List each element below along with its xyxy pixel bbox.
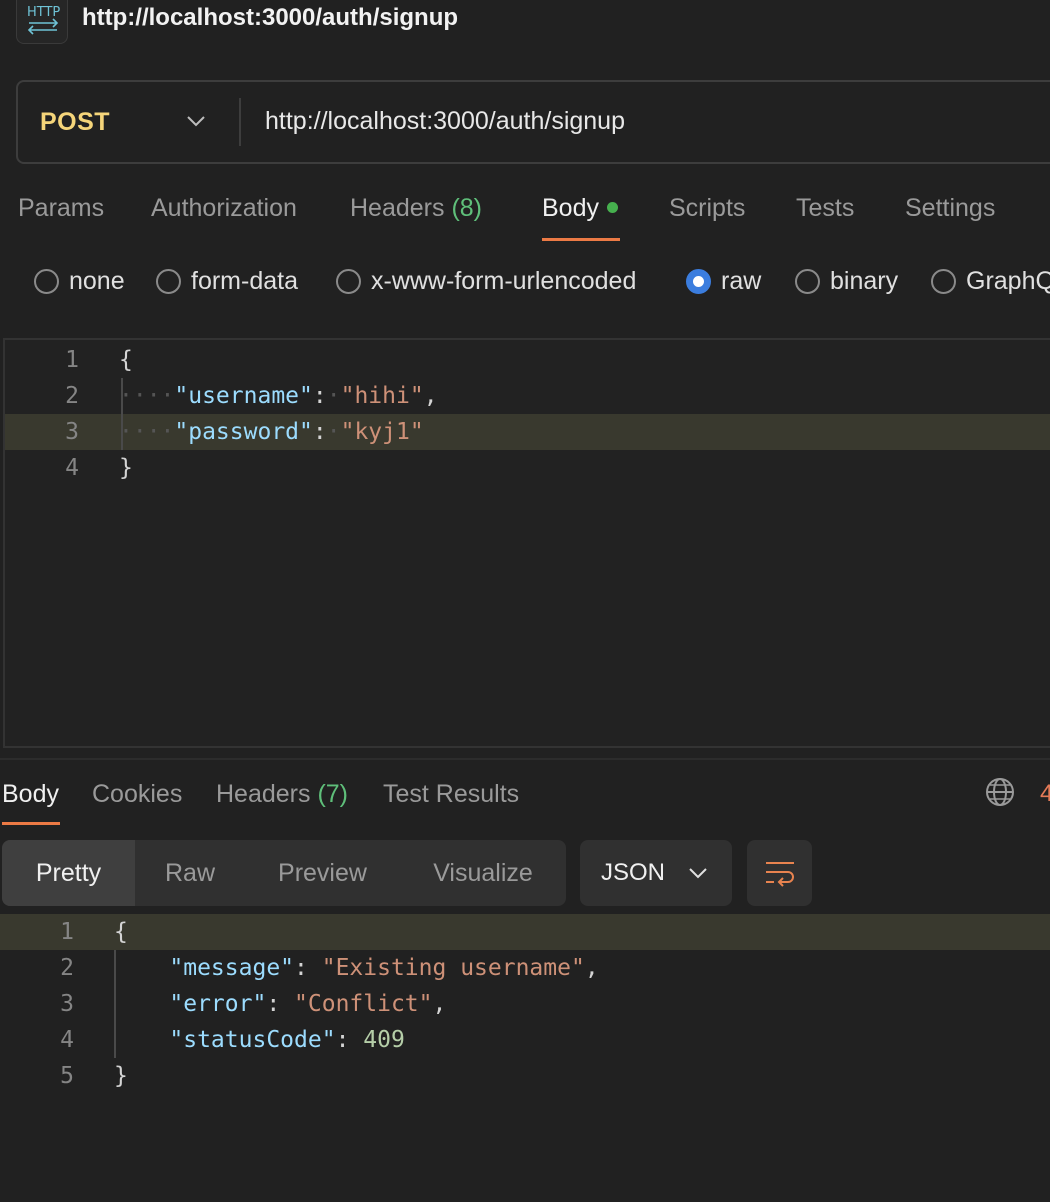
- radio-circle: [795, 269, 820, 294]
- response-tab-headers[interactable]: Headers (7): [216, 780, 348, 809]
- code-line-highlighted: 3 ····"password":·"kyj1": [5, 414, 1050, 450]
- radio-circle-selected: [686, 269, 711, 294]
- indent-guide: [121, 378, 123, 450]
- chevron-down-icon: [689, 868, 707, 879]
- code-line: 2 ····"username":·"hihi",: [65, 383, 438, 409]
- response-divider[interactable]: [0, 758, 1050, 760]
- wrap-lines-button[interactable]: [747, 840, 812, 906]
- format-select[interactable]: JSON: [580, 840, 732, 906]
- active-tab-underline: [542, 238, 620, 241]
- radio-circle: [34, 269, 59, 294]
- response-tabs: Body Cookies Headers (7) Test Results: [0, 776, 1050, 826]
- method-select[interactable]: POST: [40, 108, 110, 137]
- view-mode-segment: Pretty Raw Preview Visualize: [2, 840, 566, 906]
- headers-count: (8): [451, 194, 483, 222]
- response-body-viewer[interactable]: 1 { 2 "message": "Existing username", 3 …: [0, 912, 1050, 1102]
- tab-params[interactable]: Params: [18, 194, 104, 223]
- tab-settings[interactable]: Settings: [905, 194, 995, 223]
- request-body-editor[interactable]: 1 { 2 ····"username":·"hihi", 3 ····"pas…: [3, 338, 1050, 748]
- whitespace-dots: ····: [119, 419, 175, 445]
- url-separator: [239, 98, 241, 146]
- code-line: 4 }: [65, 455, 133, 481]
- response-tab-cookies[interactable]: Cookies: [92, 780, 182, 809]
- status-code: 4: [1040, 780, 1050, 807]
- svg-text:HTTP: HTTP: [27, 5, 60, 20]
- code-line: 5 }: [60, 1063, 128, 1089]
- body-mode-radios: none form-data x-www-form-urlencoded raw…: [0, 262, 1050, 302]
- tab-body[interactable]: Body: [542, 194, 618, 223]
- code-line-highlighted: 1 {: [0, 914, 1050, 950]
- top-bar: HTTP http://localhost:3000/auth/signup: [0, 0, 1050, 50]
- view-raw[interactable]: Raw: [135, 840, 245, 906]
- code-line: 3 "error": "Conflict",: [60, 991, 447, 1017]
- active-response-tab-underline: [2, 822, 60, 825]
- code-line: 2 "message": "Existing username",: [60, 955, 599, 981]
- globe-icon[interactable]: [985, 777, 1015, 807]
- whitespace-dots: ····: [119, 383, 175, 409]
- view-preview[interactable]: Preview: [245, 840, 400, 906]
- view-pretty[interactable]: Pretty: [2, 840, 135, 906]
- view-visualize[interactable]: Visualize: [400, 840, 566, 906]
- radio-circle: [336, 269, 361, 294]
- radio-circle: [156, 269, 181, 294]
- tab-scripts[interactable]: Scripts: [669, 194, 745, 223]
- response-headers-count: (7): [317, 780, 349, 808]
- response-tab-body[interactable]: Body: [2, 780, 59, 809]
- code-line: 1 {: [65, 347, 133, 373]
- body-indicator-dot: [606, 202, 618, 213]
- response-tab-test-results[interactable]: Test Results: [383, 780, 519, 809]
- request-tabs: Params Authorization Headers (8) Body Sc…: [0, 190, 1050, 250]
- url-input[interactable]: [265, 107, 1025, 136]
- wrap-lines-icon: [766, 862, 794, 887]
- tab-headers[interactable]: Headers (8): [350, 194, 482, 223]
- radio-circle: [931, 269, 956, 294]
- url-bar: POST: [16, 80, 1050, 164]
- http-icon: HTTP: [16, 0, 68, 44]
- code-line: 4 "statusCode": 409: [60, 1027, 405, 1053]
- tab-tests[interactable]: Tests: [796, 194, 854, 223]
- indent-guide: [114, 950, 116, 1058]
- tab-authorization[interactable]: Authorization: [151, 194, 297, 223]
- request-title[interactable]: http://localhost:3000/auth/signup: [82, 4, 458, 32]
- chevron-down-icon[interactable]: [186, 114, 206, 128]
